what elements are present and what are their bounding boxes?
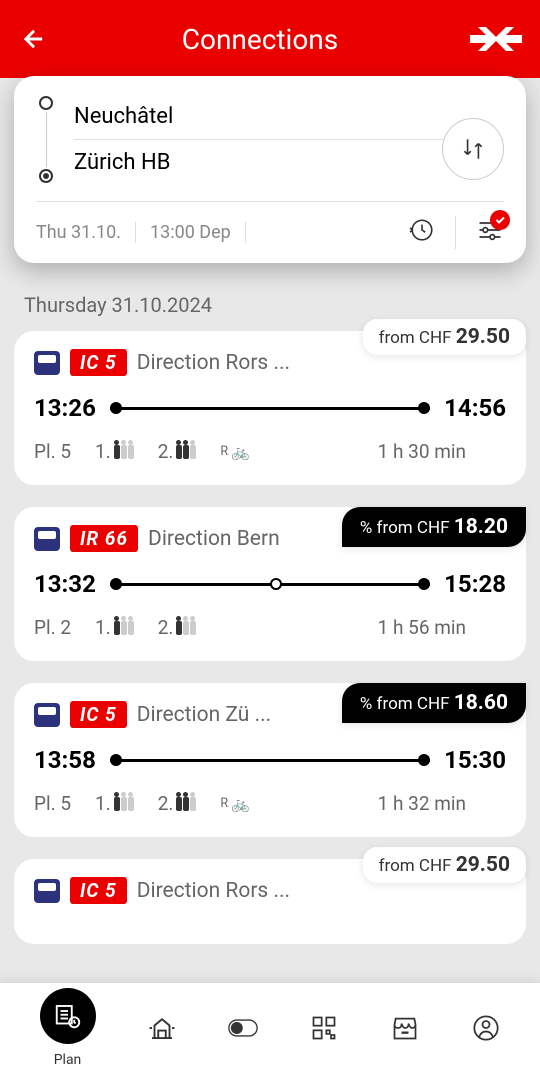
shop-icon <box>390 1013 420 1043</box>
train-icon <box>34 879 60 903</box>
nav-station[interactable] <box>147 1013 177 1043</box>
timeline-icon <box>110 407 430 410</box>
connection-times: 13:26 14:56 <box>34 394 506 422</box>
class2-occupancy: 2. <box>158 792 197 815</box>
duration-text: 1 h 30 min <box>378 440 466 463</box>
direction-text: Direction Bern <box>148 527 280 551</box>
departure-time: 13:58 <box>34 746 96 774</box>
platform-text: Pl. 2 <box>34 616 71 639</box>
arrival-time: 14:56 <box>444 394 506 422</box>
history-button[interactable] <box>389 217 455 248</box>
swap-button[interactable] <box>442 118 504 180</box>
price-badge: from CHF 29.50 <box>363 319 526 355</box>
connection-times: 13:58 15:30 <box>34 746 506 774</box>
bike-icon: R🚲 <box>220 443 249 461</box>
search-options: Thu 31.10. 13:00 Dep <box>36 201 504 249</box>
station-icon <box>147 1013 177 1043</box>
connection-list: from CHF 29.50 IC 5 Direction Rors ... 1… <box>0 331 540 944</box>
route-line-icon <box>36 96 56 183</box>
line-badge: IC 5 <box>70 877 127 904</box>
bottom-nav: Plan <box>0 983 540 1083</box>
price-badge: from CHF 29.50 <box>363 847 526 883</box>
app-header: Connections <box>0 0 540 78</box>
search-card: Neuchâtel Zürich HB Thu 31.10. 13:00 Dep <box>14 76 526 263</box>
date-option[interactable]: Thu 31.10. <box>36 222 136 243</box>
connection-meta: Pl. 2 1. 2. 1 h 56 min <box>34 616 506 639</box>
class1-occupancy: 1. <box>95 440 134 463</box>
connection-card[interactable]: from CHF 29.50 IC 5 Direction Rors ... 1… <box>14 331 526 485</box>
connection-card[interactable]: % from CHF 18.60 IC 5 Direction Zü ... 1… <box>14 683 526 837</box>
class2-occupancy: 2. <box>158 440 197 463</box>
nav-plan-label: Plan <box>54 1052 82 1068</box>
sbb-logo-icon <box>470 25 522 53</box>
qr-icon <box>309 1013 339 1043</box>
timeline-icon <box>110 583 430 586</box>
departure-time: 13:32 <box>34 570 96 598</box>
train-icon <box>34 527 60 551</box>
line-badge: IC 5 <box>70 701 127 728</box>
train-icon <box>34 703 60 727</box>
direction-text: Direction Rors ... <box>137 351 290 375</box>
connection-card[interactable]: from CHF 29.50 IC 5 Direction Rors ... <box>14 859 526 944</box>
direction-text: Direction Zü ... <box>137 703 271 727</box>
arrival-time: 15:30 <box>444 746 506 774</box>
nav-profile[interactable] <box>471 1013 501 1043</box>
connection-meta: Pl. 5 1. 2. R🚲 1 h 32 min <box>34 792 506 815</box>
timeline-icon <box>110 759 430 762</box>
connection-card[interactable]: % from CHF 18.20 IR 66 Direction Bern 13… <box>14 507 526 661</box>
connection-times: 13:32 15:28 <box>34 570 506 598</box>
class1-occupancy: 1. <box>95 616 134 639</box>
bike-icon: R🚲 <box>220 795 249 813</box>
duration-text: 1 h 32 min <box>378 792 466 815</box>
line-badge: IC 5 <box>70 349 127 376</box>
connection-meta: Pl. 5 1. 2. R🚲 1 h 30 min <box>34 440 506 463</box>
from-field[interactable]: Neuchâtel <box>74 94 504 140</box>
direction-text: Direction Rors ... <box>137 879 290 903</box>
nav-toggle[interactable] <box>228 1013 258 1043</box>
line-badge: IR 66 <box>70 525 138 552</box>
page-title: Connections <box>182 23 338 56</box>
nav-qr[interactable] <box>309 1013 339 1043</box>
duration-text: 1 h 56 min <box>378 616 466 639</box>
plan-icon <box>40 988 96 1044</box>
route-fields: Neuchâtel Zürich HB <box>74 94 504 185</box>
arrival-time: 15:28 <box>444 570 506 598</box>
price-badge-discount: % from CHF 18.60 <box>342 683 526 723</box>
toggle-icon <box>228 1013 258 1043</box>
platform-text: Pl. 5 <box>34 440 71 463</box>
back-button[interactable] <box>18 23 50 55</box>
train-icon <box>34 351 60 375</box>
filter-active-badge <box>490 210 510 230</box>
route-row: Neuchâtel Zürich HB <box>36 94 504 185</box>
platform-text: Pl. 5 <box>34 792 71 815</box>
class1-occupancy: 1. <box>95 792 134 815</box>
price-badge-discount: % from CHF 18.20 <box>342 507 526 547</box>
departure-time: 13:26 <box>34 394 96 422</box>
profile-icon <box>471 1013 501 1043</box>
class2-occupancy: 2. <box>158 616 197 639</box>
filter-button[interactable] <box>455 216 504 249</box>
nav-plan[interactable]: Plan <box>40 988 96 1068</box>
to-field[interactable]: Zürich HB <box>74 140 504 185</box>
nav-shop[interactable] <box>390 1013 420 1043</box>
time-option[interactable]: 13:00 Dep <box>136 222 246 243</box>
